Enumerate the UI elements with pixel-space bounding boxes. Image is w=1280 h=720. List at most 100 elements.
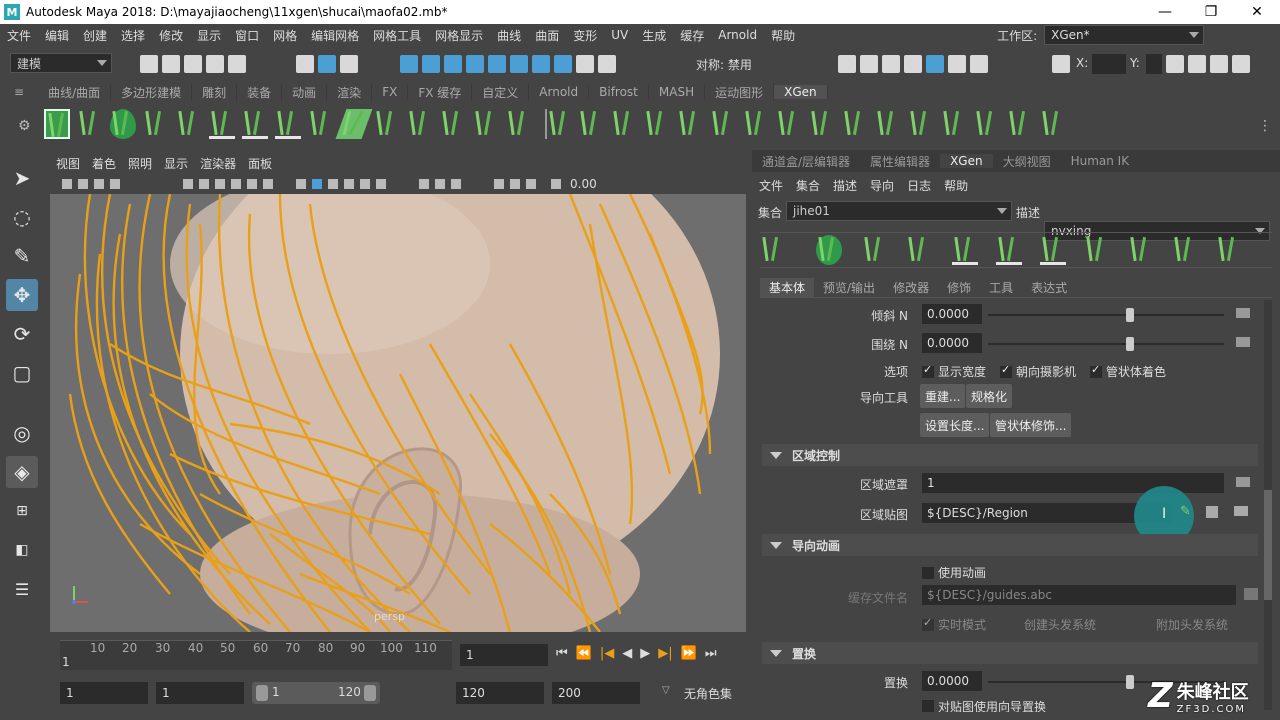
xgen-menu-help[interactable]: 帮助	[937, 177, 974, 194]
xgen-menu-file[interactable]: 文件	[752, 177, 789, 194]
xgen-menu-description[interactable]: 描述	[826, 177, 863, 194]
subtab-grooming[interactable]: 修饰	[938, 279, 980, 296]
guide-lock-icon[interactable]	[1040, 235, 1066, 265]
chevron-down-icon[interactable]: ▽	[662, 685, 670, 696]
scale-tool-icon[interactable]: ▢	[6, 357, 38, 389]
tab-attribute-editor[interactable]: 属性编辑器	[860, 153, 940, 170]
x-field[interactable]	[1092, 54, 1126, 74]
guide-tool-icon[interactable]	[209, 109, 235, 139]
guide-bend-icon[interactable]	[407, 109, 433, 139]
guide-select-icon[interactable]	[242, 109, 268, 139]
xgen-eye-icon[interactable]	[77, 109, 103, 139]
face-camera-checkbox[interactable]	[1000, 363, 1013, 378]
tab-human-ik[interactable]: Human IK	[1061, 154, 1140, 168]
shelf-tab-curves[interactable]: 曲线/曲面	[38, 83, 112, 101]
light-editor-icon[interactable]	[948, 55, 966, 73]
workspace-dropdown[interactable]: XGen*	[1044, 25, 1205, 45]
exposure-value[interactable]: 0.00	[570, 177, 597, 191]
show-width-checkbox[interactable]	[922, 363, 934, 378]
shelf-tab-fx-cache[interactable]: FX 缓存	[408, 83, 473, 101]
shelf-tab-rendering[interactable]: 渲染	[327, 83, 373, 101]
undo-icon[interactable]	[206, 55, 224, 73]
snap-live-icon[interactable]	[532, 55, 550, 73]
ipr-render-icon[interactable]	[860, 55, 878, 73]
rebuild-button[interactable]: 重建...	[920, 384, 966, 408]
groom-region-icon[interactable]	[1040, 109, 1066, 139]
viewport-scene[interactable]: persp	[50, 194, 746, 632]
four-pane-icon[interactable]: ⊞	[6, 495, 38, 527]
shelf-tab-motion-graphics[interactable]: 运动图形	[705, 83, 775, 101]
xgen-menu-log[interactable]: 日志	[900, 177, 937, 194]
guide-lock-icon[interactable]	[275, 109, 301, 139]
guide-bend-icon[interactable]	[1172, 235, 1198, 265]
render-settings-icon[interactable]	[882, 55, 900, 73]
camera-icon[interactable]	[62, 179, 72, 189]
safe-action-icon[interactable]	[263, 179, 273, 189]
tilt-slider[interactable]	[988, 308, 1224, 322]
groom-grab-icon[interactable]	[974, 109, 1000, 139]
modeling-toolkit-icon[interactable]	[1232, 55, 1250, 73]
range-bar-track[interactable]: 1 120	[252, 682, 380, 704]
guide-bar-icon[interactable]	[440, 109, 466, 139]
motion-blur-icon[interactable]	[451, 179, 461, 189]
menu-window[interactable]: 窗口	[228, 27, 266, 44]
menu-edit[interactable]: 编辑	[38, 27, 76, 44]
shelf-menu-icon[interactable]: ≡	[0, 85, 38, 99]
map-displace-checkbox[interactable]	[922, 700, 934, 712]
new-scene-icon[interactable]	[140, 55, 158, 73]
snap-curve-icon[interactable]	[422, 55, 440, 73]
go-start-icon[interactable]: ⏮	[556, 646, 568, 661]
select-object-icon[interactable]	[318, 55, 336, 73]
groom-twist-icon[interactable]	[908, 109, 934, 139]
vp-menu-lighting[interactable]: 照明	[122, 155, 158, 172]
groom-freeze-icon[interactable]	[875, 109, 901, 139]
open-scene-icon[interactable]	[162, 55, 180, 73]
xgen-editor-icon[interactable]	[44, 109, 70, 139]
pause-icon[interactable]	[970, 55, 988, 73]
groom-direction-icon[interactable]	[611, 109, 637, 139]
tab-channel-box[interactable]: 通道盒/层编辑器	[752, 153, 860, 170]
magnet-icon[interactable]	[598, 55, 616, 73]
shelf-tab-poly[interactable]: 多边形建模	[111, 83, 193, 101]
two-pane-icon[interactable]: ◧	[6, 534, 38, 566]
image-plane-icon[interactable]	[110, 179, 120, 189]
help-icon[interactable]	[554, 55, 572, 73]
xray-active-icon[interactable]	[526, 179, 536, 189]
vp-menu-shading[interactable]: 着色	[86, 155, 122, 172]
menu-curves[interactable]: 曲线	[490, 27, 528, 44]
shelf-tab-mash[interactable]: MASH	[649, 85, 706, 99]
y-field[interactable]	[1146, 54, 1162, 74]
menu-mesh-tools[interactable]: 网格工具	[366, 27, 428, 44]
shelf-tab-custom[interactable]: 自定义	[472, 83, 530, 101]
menu-cache[interactable]: 缓存	[673, 27, 711, 44]
lights-icon[interactable]	[376, 179, 386, 189]
channel-box-icon[interactable]	[1166, 55, 1184, 73]
menu-file[interactable]: 文件	[0, 27, 38, 44]
shelf-tab-xgen[interactable]: XGen	[774, 85, 828, 99]
select-tool-icon[interactable]: ➤	[6, 162, 38, 194]
leaf-icon[interactable]	[816, 235, 842, 265]
play-back-icon[interactable]: ◀	[622, 646, 632, 661]
displace-field[interactable]: 0.0000	[922, 671, 982, 691]
save-map-icon[interactable]	[1206, 506, 1218, 518]
subtab-expressions[interactable]: 表达式	[1022, 279, 1076, 296]
groom-density-icon[interactable]	[578, 109, 604, 139]
guide-animation-section[interactable]: 导向动画	[762, 534, 1258, 556]
around-slider[interactable]	[988, 337, 1224, 351]
subtab-utilities[interactable]: 工具	[980, 279, 1022, 296]
playback-start-field[interactable]: 1	[156, 682, 244, 704]
shelf-tab-sculpt[interactable]: 雕刻	[192, 83, 238, 101]
collection-dropdown[interactable]: jihe01	[786, 201, 1012, 221]
menu-mesh-display[interactable]: 网格显示	[428, 27, 490, 44]
current-frame-field[interactable]: 1	[460, 644, 548, 666]
snap-vertex-icon[interactable]	[510, 55, 528, 73]
shelf-tab-fx[interactable]: FX	[372, 85, 409, 99]
menu-help[interactable]: 帮助	[764, 27, 802, 44]
menu-surfaces[interactable]: 曲面	[528, 27, 566, 44]
add-guide-icon[interactable]	[862, 235, 888, 265]
add-guide-icon[interactable]	[143, 109, 169, 139]
snap-view-icon[interactable]	[466, 55, 484, 73]
wireframe-icon[interactable]	[296, 179, 306, 189]
range-handle-end-icon[interactable]	[364, 685, 376, 701]
folder-icon[interactable]	[1234, 506, 1248, 516]
